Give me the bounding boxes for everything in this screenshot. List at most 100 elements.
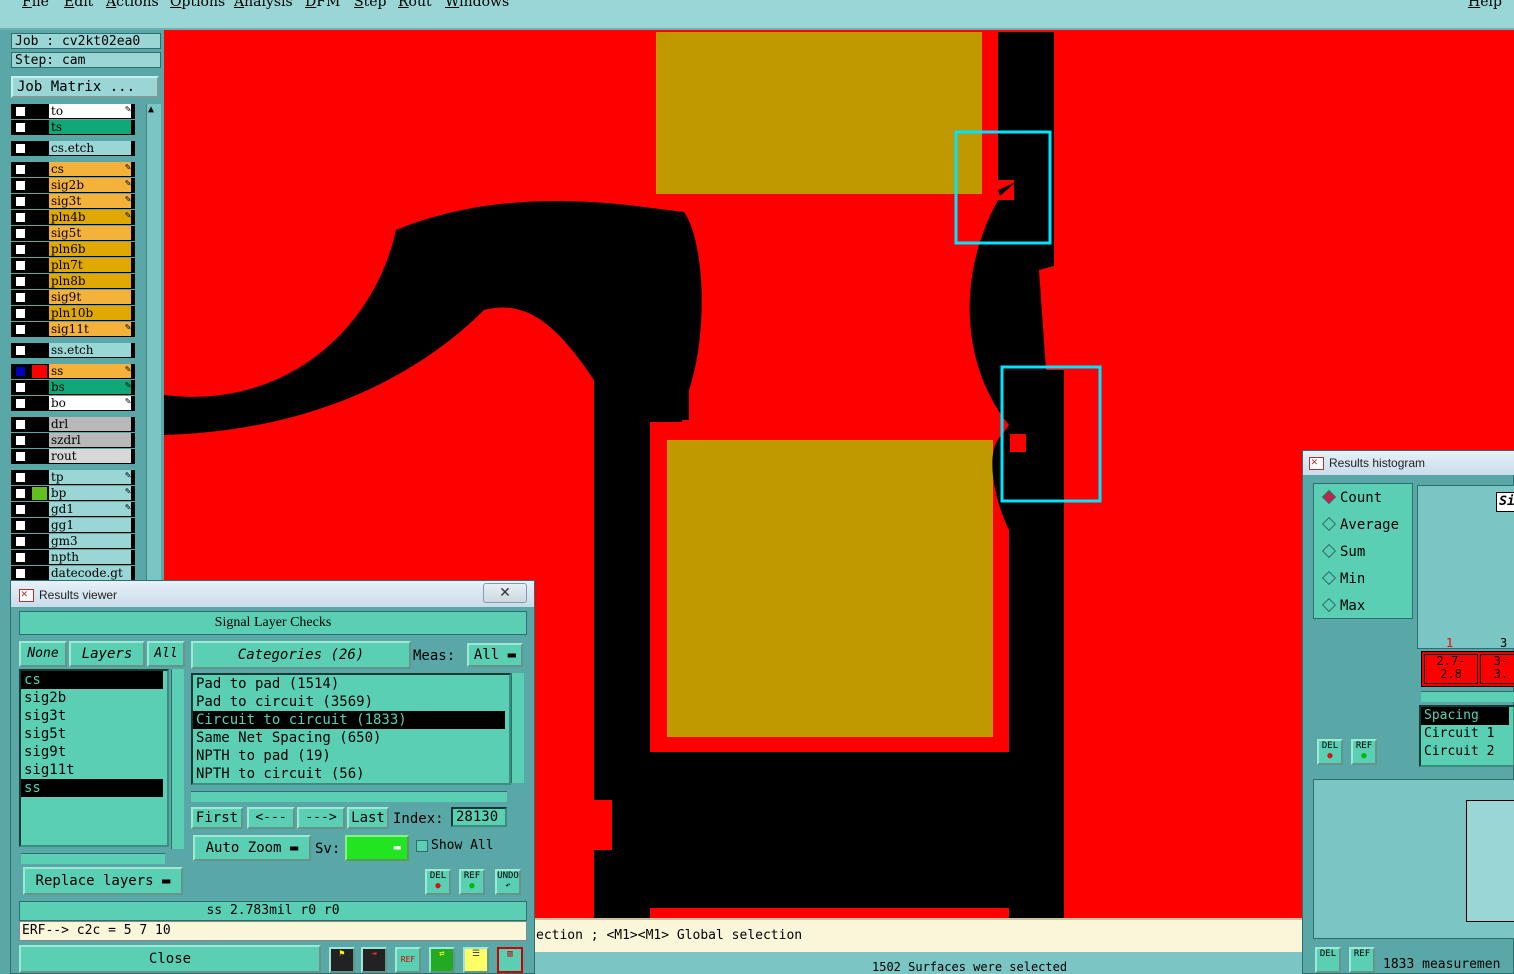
layer-color-swatch[interactable]: [32, 471, 47, 484]
layer-list-scrollbar[interactable]: ▲: [146, 104, 161, 594]
layer-color-swatch[interactable]: [32, 243, 47, 256]
layer-list-vscroll[interactable]: [171, 669, 184, 849]
layer-row-datecode-gt[interactable]: datecode.gt: [11, 566, 135, 581]
layer-row-pln10b[interactable]: pln10b: [11, 306, 135, 321]
layer-checkbox[interactable]: [15, 180, 26, 191]
layers-button[interactable]: Layers: [69, 641, 145, 667]
layer-color-swatch[interactable]: [32, 179, 47, 192]
menu-actions[interactable]: Actions: [106, 0, 159, 10]
category-vscroll[interactable]: [511, 673, 524, 783]
layer-name[interactable]: npth: [49, 550, 131, 564]
layer-name[interactable]: pln7t: [49, 258, 131, 272]
category-item[interactable]: Same Net Spacing (650): [193, 729, 509, 747]
layer-color-swatch[interactable]: [32, 450, 47, 463]
layer-checkbox[interactable]: [15, 122, 26, 133]
category-item[interactable]: Pad to pad (1514): [193, 675, 509, 693]
aggregate-radio-count[interactable]: Count: [1321, 489, 1382, 506]
layer-color-swatch[interactable]: [32, 195, 47, 208]
layer-checkbox[interactable]: [15, 568, 26, 579]
layer-row-pln6b[interactable]: pln6b: [11, 242, 135, 257]
first-button[interactable]: First: [191, 807, 243, 829]
layer-color-swatch[interactable]: [32, 275, 47, 288]
layer-row-sig9t[interactable]: sig9t: [11, 290, 135, 305]
layer-name[interactable]: sig5t: [49, 226, 131, 240]
layer-checkbox[interactable]: [15, 324, 26, 335]
meas-dropdown[interactable]: All ▬: [467, 643, 523, 667]
layer-color-swatch[interactable]: [32, 259, 47, 272]
layer-color-swatch[interactable]: [32, 344, 47, 357]
del-button[interactable]: DEL ●: [425, 869, 451, 895]
histogram-icon[interactable]: ▥: [497, 947, 523, 973]
none-button[interactable]: None: [19, 641, 67, 667]
layer-name[interactable]: cs: [49, 162, 131, 176]
result-layer-item[interactable]: ss: [21, 779, 163, 797]
scroll-up-arrow-icon[interactable]: ▲: [148, 104, 154, 115]
layer-color-swatch[interactable]: [32, 418, 47, 431]
categories-button[interactable]: Categories (26): [191, 641, 411, 669]
layer-name[interactable]: bo: [49, 396, 131, 410]
layer-color-swatch[interactable]: [32, 291, 47, 304]
layer-row-ss-etch[interactable]: ss.etch: [11, 343, 135, 358]
last-button[interactable]: Last: [347, 807, 389, 829]
bottom-ref-button[interactable]: REF: [1349, 947, 1375, 973]
type-list[interactable]: Spacing Circuit 1 Circuit 2: [1419, 705, 1514, 767]
layer-row-szdrl[interactable]: szdrl: [11, 433, 135, 448]
layer-color-swatch[interactable]: [32, 365, 47, 378]
layer-row-ts[interactable]: ts: [11, 120, 135, 135]
layer-name[interactable]: ss: [49, 364, 131, 378]
layer-checkbox[interactable]: [15, 228, 26, 239]
layer-row-tp[interactable]: tp ✎: [11, 470, 135, 485]
layer-color-swatch[interactable]: [32, 227, 47, 240]
layer-color-swatch[interactable]: [32, 567, 47, 580]
layer-row-bs[interactable]: bs ✎: [11, 380, 135, 395]
layer-name[interactable]: drl: [49, 417, 131, 431]
menu-analysis[interactable]: Analysis: [234, 0, 293, 10]
layer-name[interactable]: ts: [49, 120, 131, 134]
layer-row-bp[interactable]: bp ✎: [11, 486, 135, 501]
layer-color-swatch[interactable]: [32, 503, 47, 516]
ref-button[interactable]: REF ●: [459, 869, 485, 895]
type-item[interactable]: Circuit 1: [1421, 725, 1513, 743]
menu-file[interactable]: File: [22, 0, 49, 10]
menu-edit[interactable]: Edit: [64, 0, 93, 10]
layer-result-list[interactable]: cs sig2b sig3t sig5t sig9t sig11t ss: [19, 669, 169, 847]
menu-help[interactable]: Help: [1468, 0, 1502, 10]
bottom-del-button[interactable]: DEL: [1315, 947, 1341, 973]
result-layer-item[interactable]: sig9t: [21, 743, 167, 761]
layer-color-swatch[interactable]: [32, 551, 47, 564]
layer-row-sig3t[interactable]: sig3t ✎: [11, 194, 135, 209]
layer-name[interactable]: gd1: [49, 502, 131, 516]
layer-row-pln8b[interactable]: pln8b: [11, 274, 135, 289]
layer-name[interactable]: datecode.gt: [49, 566, 131, 580]
layer-row-cs-etch[interactable]: cs.etch: [11, 141, 135, 156]
layer-color-swatch[interactable]: [32, 142, 47, 155]
replace-layers-dropdown[interactable]: Replace layers ▬: [23, 867, 183, 895]
layer-name[interactable]: ss.etch: [49, 343, 131, 357]
layer-checkbox[interactable]: [15, 504, 26, 515]
menu-step[interactable]: Step: [354, 0, 386, 10]
layer-row-gd1[interactable]: gd1 ✎: [11, 502, 135, 517]
layer-name[interactable]: gg1: [49, 518, 131, 532]
type-item[interactable]: Circuit 2: [1421, 743, 1513, 761]
layer-name[interactable]: pln8b: [49, 274, 131, 288]
layer-checkbox[interactable]: [15, 382, 26, 393]
layer-row-drl[interactable]: drl: [11, 417, 135, 432]
exit-icon[interactable]: ⇥: [361, 947, 387, 973]
layer-checkbox[interactable]: [15, 196, 26, 207]
show-all-checkbox[interactable]: [416, 840, 428, 852]
bin-1[interactable]: 2.7- 2.8: [1424, 654, 1478, 684]
layer-name[interactable]: sig11t: [49, 322, 131, 336]
layer-color-swatch[interactable]: [32, 381, 47, 394]
layer-checkbox[interactable]: [15, 345, 26, 356]
report-icon[interactable]: ☰: [463, 947, 489, 973]
layer-row-sig2b[interactable]: sig2b ✎: [11, 178, 135, 193]
layer-name[interactable]: sig2b: [49, 178, 131, 192]
menu-windows[interactable]: Windows: [445, 0, 509, 10]
layer-checkbox[interactable]: [15, 472, 26, 483]
layer-row-gm3[interactable]: gm3: [11, 534, 135, 549]
compare-icon[interactable]: ⇄: [429, 947, 455, 973]
layer-color-swatch[interactable]: [32, 487, 47, 500]
category-item[interactable]: Pad to circuit (3569): [193, 693, 509, 711]
menu-dfm[interactable]: DFM: [305, 0, 340, 10]
layer-color-swatch[interactable]: [32, 323, 47, 336]
